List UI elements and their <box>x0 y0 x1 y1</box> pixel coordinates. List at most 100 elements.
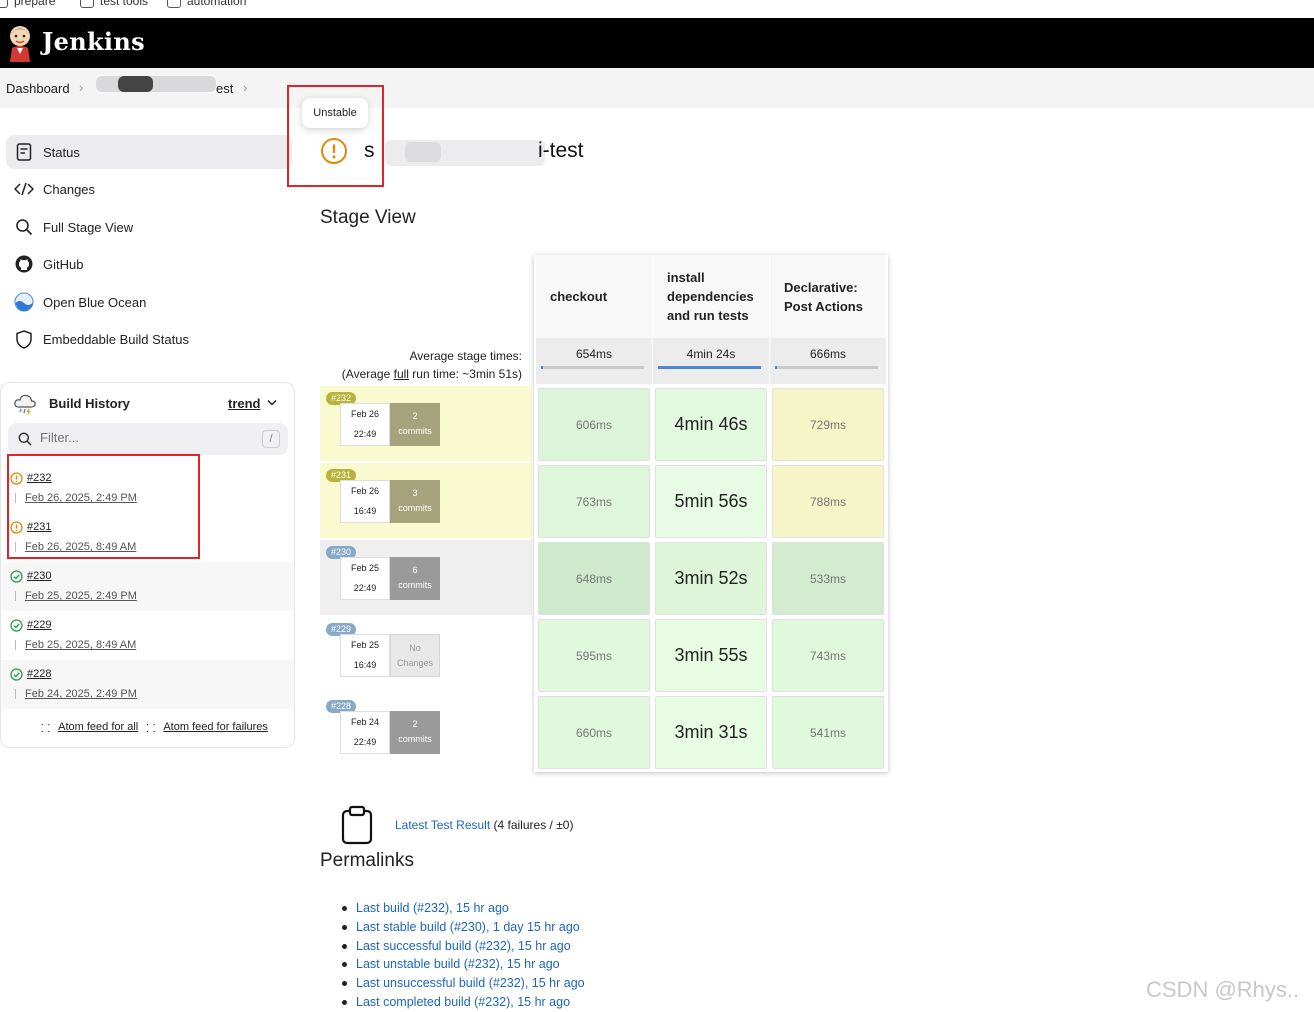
build-date-link[interactable]: Feb 25, 2025, 8:49 AM <box>25 639 136 651</box>
stage-cell[interactable]: 729ms <box>772 388 884 461</box>
bookmark-prepare[interactable]: prepare <box>0 0 55 8</box>
trend-link[interactable]: trend <box>228 396 261 411</box>
stage-cell[interactable]: 606ms <box>538 388 650 461</box>
commits-button[interactable]: 3 commits <box>390 480 440 523</box>
unstable-status-icon[interactable] <box>320 137 348 165</box>
stage-view: checkout install dependencies and run te… <box>320 255 890 775</box>
avg-label-line1: Average stage times: <box>409 349 522 363</box>
timeline-bar <box>15 640 16 650</box>
commits-button[interactable]: 2 commits <box>390 711 440 754</box>
run-time: 22:49 <box>353 429 377 439</box>
breadcrumb-dashboard[interactable]: Dashboard <box>6 81 70 96</box>
bookmark-test-tools[interactable]: test tools <box>80 0 148 8</box>
permalinks-list: Last build (#232), 15 hr ago Last stable… <box>342 899 585 1012</box>
run-date: Feb 26 <box>350 409 380 419</box>
avg-label-post: run time: ~3min 51s) <box>408 367 522 381</box>
commits-label: Changes <box>396 658 434 668</box>
chevron-right-icon: › <box>79 80 84 95</box>
test-result-detail: (4 failures / ±0) <box>490 818 574 832</box>
top-header: Jenkins <box>0 18 1314 68</box>
stage-cell[interactable]: 533ms <box>772 542 884 615</box>
document-icon <box>14 142 34 162</box>
timeline-bar <box>15 689 16 699</box>
commits-label: commits <box>398 580 432 590</box>
sidebar-item-github[interactable]: GitHub <box>6 247 292 281</box>
permalink-last-unsuccessful-build[interactable]: Last unsuccessful build (#232), 15 hr ag… <box>342 974 585 993</box>
build-number-link[interactable]: #228 <box>27 668 51 680</box>
permalink-last-successful-build[interactable]: Last successful build (#232), 15 hr ago <box>342 937 585 956</box>
stage-cell[interactable]: 660ms <box>538 696 650 769</box>
permalink-last-stable-build[interactable]: Last stable build (#230), 1 day 15 hr ag… <box>342 918 585 937</box>
run-row-232[interactable]: #232 Feb 26 22:49 2 commits <box>320 386 532 461</box>
stage-view-title: Stage View <box>320 207 416 228</box>
run-row-229[interactable]: #229 Feb 25 16:49 No Changes <box>320 617 532 692</box>
build-date-link[interactable]: Feb 24, 2025, 2:49 PM <box>25 688 137 700</box>
build-number-link[interactable]: #230 <box>27 570 51 582</box>
keyboard-shortcut-hint: / <box>262 430 280 448</box>
blue-ocean-icon <box>14 292 34 312</box>
stage-cell[interactable]: 788ms <box>772 465 884 538</box>
run-date: Feb 25 <box>350 640 380 650</box>
sidebar-item-changes[interactable]: Changes <box>6 172 292 206</box>
no-changes-button[interactable]: No Changes <box>390 634 440 677</box>
sidebar-item-full-stage-view[interactable]: Full Stage View <box>6 210 292 244</box>
sidebar-item-label: Open Blue Ocean <box>43 294 147 310</box>
run-datetime: Feb 26 22:49 <box>340 403 390 446</box>
rss-icon: ⸬ <box>146 723 156 735</box>
avg-time-post-actions: 666ms <box>770 338 886 384</box>
atom-feed-failures-link[interactable]: Atom feed for failures <box>163 721 268 736</box>
build-row-230[interactable]: #230 Feb 25, 2025, 2:49 PM <box>2 562 294 611</box>
build-number-link[interactable]: #229 <box>27 619 51 631</box>
run-row-228[interactable]: #228 Feb 24 22:49 2 commits <box>320 694 532 769</box>
avg-time-value: 4min 24s <box>686 347 736 361</box>
shield-icon <box>14 329 34 349</box>
build-row-229[interactable]: #229 Feb 25, 2025, 8:49 AM <box>2 611 294 660</box>
stage-cell[interactable]: 763ms <box>538 465 650 538</box>
run-time: 16:49 <box>353 506 377 516</box>
build-row-228[interactable]: #228 Feb 24, 2025, 2:49 PM <box>2 660 294 709</box>
permalinks-title: Permalinks <box>320 850 414 871</box>
build-date-link[interactable]: Feb 25, 2025, 2:49 PM <box>25 590 137 602</box>
stage-cell[interactable]: 743ms <box>772 619 884 692</box>
bookmark-automation[interactable]: automation <box>167 0 246 8</box>
latest-test-result: Latest Test Result (4 failures / ±0) <box>395 818 573 832</box>
sidebar-item-blue-ocean[interactable]: Open Blue Ocean <box>6 285 292 319</box>
commits-count: 3 <box>412 488 418 498</box>
run-date: Feb 25 <box>350 563 380 573</box>
checkbox-icon <box>80 0 94 8</box>
run-datetime: Feb 25 22:49 <box>340 557 390 600</box>
full-run-time-link[interactable]: full <box>394 367 409 381</box>
stage-cell[interactable]: 648ms <box>538 542 650 615</box>
stage-cell[interactable]: 3min 52s <box>655 542 767 615</box>
stage-cell[interactable]: 595ms <box>538 619 650 692</box>
permalink-last-completed-build[interactable]: Last completed build (#232), 15 hr ago <box>342 993 585 1012</box>
bookmarks-bar: prepare test tools automation <box>0 0 1314 18</box>
breadcrumb-job[interactable]: est <box>216 81 233 96</box>
stage-cell[interactable]: 541ms <box>772 696 884 769</box>
sidebar-item-status[interactable]: Status <box>6 135 292 169</box>
stage-cell[interactable]: 3min 55s <box>655 619 767 692</box>
filter-input[interactable] <box>40 430 240 445</box>
run-row-231[interactable]: #231 Feb 26 16:49 3 commits <box>320 463 532 538</box>
run-row-230[interactable]: #230 Feb 25 22:49 6 commits <box>320 540 532 615</box>
atom-feed-all-link[interactable]: Atom feed for all <box>58 721 138 736</box>
atom-feeds: ⸬ Atom feed for all ⸬ Atom feed for fail… <box>41 721 268 736</box>
avg-label-pre: (Average <box>341 367 394 381</box>
build-history-title: Build History <box>49 396 130 411</box>
avg-time-bar <box>541 366 644 369</box>
permalink-last-unstable-build[interactable]: Last unstable build (#232), 15 hr ago <box>342 955 585 974</box>
avg-time-bar <box>658 366 761 369</box>
stage-cell[interactable]: 5min 56s <box>655 465 767 538</box>
brand-title[interactable]: Jenkins <box>42 27 145 56</box>
commits-button[interactable]: 2 commits <box>390 403 440 446</box>
latest-test-result-link[interactable]: Latest Test Result <box>395 818 490 832</box>
stage-cell[interactable]: 4min 46s <box>655 388 767 461</box>
page-title: s <box>364 139 375 163</box>
permalink-last-build[interactable]: Last build (#232), 15 hr ago <box>342 899 585 918</box>
success-status-icon <box>10 570 23 583</box>
commits-button[interactable]: 6 commits <box>390 557 440 600</box>
chevron-down-icon[interactable] <box>267 399 277 407</box>
sidebar-item-embeddable-build-status[interactable]: Embeddable Build Status <box>6 322 292 356</box>
stage-cell[interactable]: 3min 31s <box>655 696 767 769</box>
jenkins-logo-icon[interactable] <box>6 24 34 62</box>
